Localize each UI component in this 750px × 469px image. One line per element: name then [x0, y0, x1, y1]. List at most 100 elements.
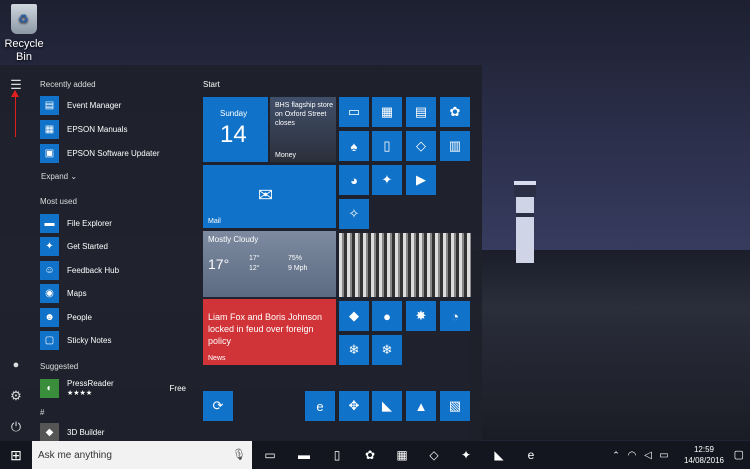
calendar-tile[interactable]: Sunday 14: [203, 97, 268, 162]
media-tile[interactable]: ◕: [339, 165, 369, 195]
acrobat-icon: ♠: [350, 138, 358, 154]
headphones-icon: ◕: [350, 172, 358, 188]
palette-icon: ◔: [451, 308, 459, 324]
3d-builder-icon: ◆: [40, 422, 59, 442]
tiles-header: Start: [203, 80, 220, 89]
task-view-icon[interactable]: ▭: [261, 446, 279, 464]
app-event-manager[interactable]: ▤ Event Manager: [40, 95, 190, 115]
calculator-icon: ▦: [380, 104, 394, 119]
epson-manuals-icon: ▦: [40, 119, 59, 139]
app-tile-h[interactable]: ◣: [372, 391, 402, 421]
feedback-icon: ☺: [40, 260, 59, 280]
app-tile-i[interactable]: ▲: [406, 391, 436, 421]
panda-tile[interactable]: ●: [372, 301, 402, 331]
start-rail: ☰ ● ⚙ ⏻: [0, 65, 32, 441]
panel-icon: ▥: [448, 138, 462, 153]
news-tile[interactable]: Liam Fox and Boris Johnson locked in feu…: [203, 299, 336, 365]
app-people[interactable]: ☻ People: [40, 307, 190, 327]
suggested-header: Suggested: [40, 362, 79, 371]
acrobat-tile[interactable]: ♠: [339, 131, 369, 161]
calculator-tile[interactable]: ▦: [372, 97, 402, 127]
weather-tile[interactable]: Mostly Cloudy 17° 17° 12° 75% 9 Mph: [203, 231, 336, 297]
recycle-bin-image: ♻: [11, 4, 37, 34]
play-icon: ▶: [416, 172, 426, 187]
app-tile-f[interactable]: ✸: [406, 301, 436, 331]
app-get-started[interactable]: ✦ Get Started: [40, 236, 190, 256]
box-icon: ▤: [414, 104, 428, 119]
notifications-icon[interactable]: ▢: [734, 448, 744, 461]
lighthouse: [514, 181, 536, 263]
app-icon[interactable]: ◇: [425, 446, 443, 464]
notepad-tile[interactable]: ▯: [372, 131, 402, 161]
event-manager-icon: ▤: [40, 95, 59, 115]
app-3d-builder[interactable]: ◆ 3D Builder: [40, 422, 190, 442]
folder-icon: ▬: [40, 213, 59, 233]
search-box[interactable]: Ask me anything 🎙: [32, 441, 252, 469]
store-tile[interactable]: ▭: [339, 97, 369, 127]
app-epson-updater[interactable]: ▣ EPSON Software Updater: [40, 143, 190, 163]
app-tile-d[interactable]: ✧: [339, 199, 369, 229]
taskbar: ⊞ Ask me anything 🎙 ▭ ▬ ▯ ✿ ▦ ◇ ✦ ◣ e ⌃ …: [0, 441, 750, 469]
app-tile-c[interactable]: ▥: [440, 131, 470, 161]
video-tile[interactable]: ▶: [406, 165, 436, 195]
user-avatar-icon[interactable]: ●: [6, 355, 26, 375]
weather-high-low: 17° 12°: [249, 255, 260, 272]
snowflake-tile-2[interactable]: ❄: [372, 335, 402, 365]
fox-icon[interactable]: ✦: [457, 446, 475, 464]
epson-updater-icon: ▣: [40, 143, 59, 163]
recently-added-header: Recently added: [40, 80, 96, 89]
paint-tile[interactable]: ✿: [440, 97, 470, 127]
chevron-down-icon: ⌄: [70, 172, 78, 181]
app-tile-e[interactable]: ◆: [339, 301, 369, 331]
start-menu: ☰ ● ⚙ ⏻ Recently added ▤ Event Manager ▦…: [0, 65, 482, 442]
app-pressreader-suggestion[interactable]: ◐ PressReader ★★★★ Free: [40, 376, 190, 400]
mail-envelope-icon: ✉: [258, 185, 274, 205]
section-hash-header[interactable]: #: [40, 408, 44, 417]
mail-tile[interactable]: ✉ Mail: [203, 165, 336, 228]
fox-tile[interactable]: ✦: [372, 165, 402, 195]
logo-icon[interactable]: ◣: [490, 446, 508, 464]
paint-icon: ✿: [449, 104, 461, 119]
badge-icon: ▲: [414, 398, 428, 414]
settings-gear-icon[interactable]: ⚙: [6, 386, 26, 406]
app-file-explorer[interactable]: ▬ File Explorer: [40, 213, 190, 233]
fox-icon: ✦: [381, 172, 393, 187]
palette-tile[interactable]: ◔: [440, 301, 470, 331]
microphone-icon[interactable]: 🎙: [232, 448, 246, 461]
keyboard-icon[interactable]: ▭: [655, 446, 673, 464]
app-tile-j[interactable]: ▧: [440, 391, 470, 421]
logo-icon: ◣: [382, 398, 392, 413]
cube-icon: ◇: [416, 138, 426, 153]
notepad-icon[interactable]: ▯: [328, 446, 346, 464]
app-maps[interactable]: ◉ Maps: [40, 283, 190, 303]
snowflake-icon: ❄: [348, 342, 360, 357]
expand-button[interactable]: Expand ⌄: [41, 172, 77, 181]
edge-tile[interactable]: e: [305, 391, 335, 421]
file-explorer-icon[interactable]: ▬: [295, 446, 313, 464]
recycle-bin-icon[interactable]: ♻ Recycle Bin: [0, 2, 48, 64]
money-tile[interactable]: BHS flagship store on Oxford Street clos…: [270, 97, 336, 162]
paint-icon[interactable]: ✿: [361, 446, 379, 464]
app-tile-g[interactable]: ✥: [339, 391, 369, 421]
diamond-icon: ◆: [349, 308, 359, 323]
calculator-icon[interactable]: ▦: [393, 446, 411, 464]
clock[interactable]: 12:59 14/08/2016: [684, 444, 724, 466]
sticky-notes-icon: ▢: [40, 330, 59, 350]
price-label: Free: [169, 383, 186, 393]
windows-logo-icon: ⊞: [10, 446, 22, 463]
rocks: [470, 250, 750, 440]
tools-icon: ✥: [348, 398, 360, 413]
app-sticky-notes[interactable]: ▢ Sticky Notes: [40, 330, 190, 350]
app-feedback-hub[interactable]: ☺ Feedback Hub: [40, 260, 190, 280]
snowflake-tile-1[interactable]: ❄: [339, 335, 369, 365]
app-epson-manuals[interactable]: ▦ EPSON Manuals: [40, 119, 190, 139]
windows-start-button[interactable]: ⊞: [0, 441, 32, 469]
edge-icon[interactable]: e: [522, 446, 540, 464]
refresh-tile[interactable]: ⟳: [203, 391, 233, 421]
photo-tile[interactable]: [339, 233, 471, 297]
lightbulb-icon: ✦: [40, 236, 59, 256]
red-annotation-arrow: [11, 90, 19, 137]
app-tile-b[interactable]: ◇: [406, 131, 436, 161]
app-tile-a[interactable]: ▤: [406, 97, 436, 127]
power-icon[interactable]: ⏻: [6, 417, 26, 437]
